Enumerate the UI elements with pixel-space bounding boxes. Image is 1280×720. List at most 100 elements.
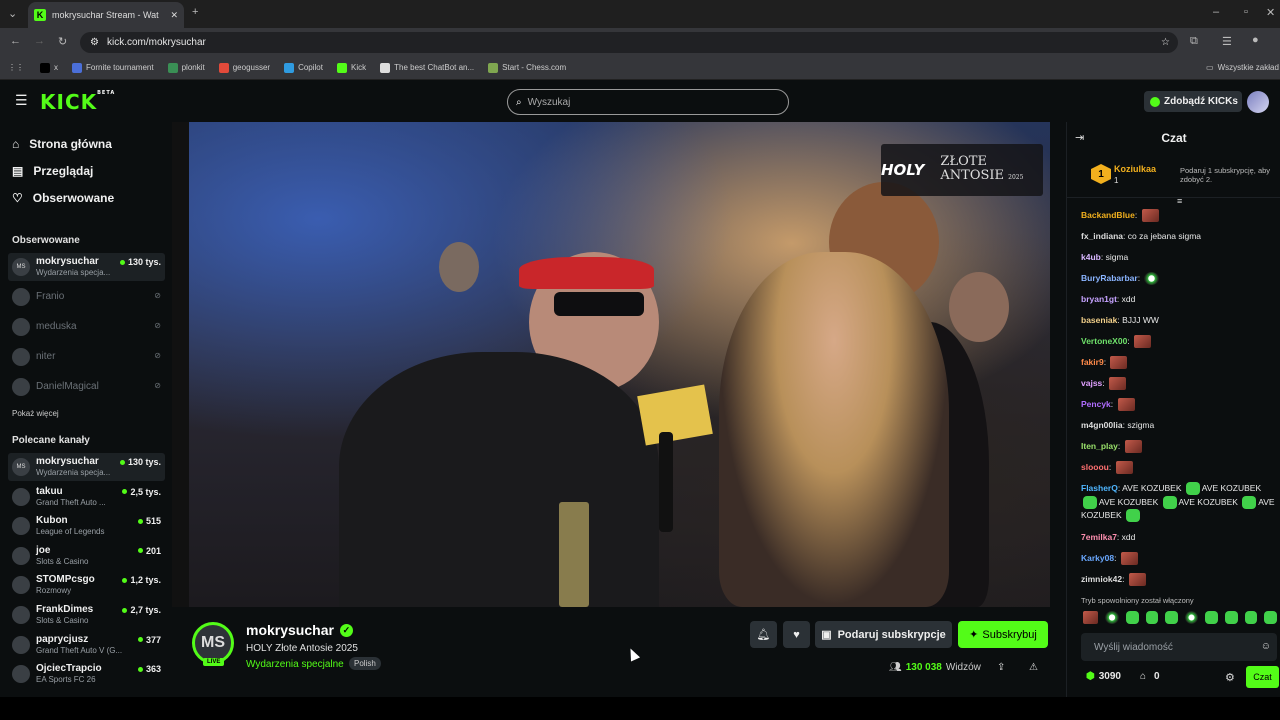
video-player[interactable]: HOLY ZŁOTE ANTOSIE 2025: [189, 122, 1050, 607]
search-input[interactable]: ⌕ Wyszukaj: [507, 89, 789, 115]
bookmark-star-icon[interactable]: ☆: [1161, 37, 1170, 48]
language-tag[interactable]: Polish: [349, 657, 381, 670]
bag-count[interactable]: ⌂ 0: [1140, 671, 1160, 682]
chat-username[interactable]: VertoneX00: [1081, 336, 1127, 346]
emote-bar[interactable]: [1081, 611, 1277, 627]
channel-name[interactable]: mokrysuchar ✓: [246, 622, 353, 638]
chat-username[interactable]: k4ub: [1081, 252, 1101, 262]
maximize-icon[interactable]: ▫: [1244, 6, 1248, 18]
other-bookmarks[interactable]: ▭ Wszystkie zakład: [1206, 63, 1279, 72]
reload-icon[interactable]: ↻: [58, 35, 67, 48]
chat-username[interactable]: bryan1gt: [1081, 294, 1117, 304]
profile-icon[interactable]: ●: [1252, 34, 1259, 46]
notifications-button[interactable]: 🔔︎: [750, 621, 777, 648]
emote-option-icon[interactable]: [1205, 611, 1219, 624]
emoji-icon[interactable]: ☺: [1261, 641, 1271, 652]
chat-username[interactable]: Pencyk: [1081, 399, 1111, 409]
leaderboard-user[interactable]: Koziulkaa: [1114, 164, 1156, 174]
forward-icon[interactable]: →: [34, 35, 45, 47]
url-bar[interactable]: ⚙ kick.com/mokrysuchar ☆: [80, 32, 1178, 53]
sidebar-channel[interactable]: FrankDimes Slots & Casino 2,7 tys.: [8, 601, 165, 629]
minimize-icon[interactable]: –: [1213, 6, 1219, 18]
close-tab-icon[interactable]: ✕: [170, 10, 178, 21]
bookmark-item[interactable]: Start - Chess.com: [488, 62, 566, 73]
chat-username[interactable]: baseniak: [1081, 315, 1117, 325]
apps-icon[interactable]: ⋮⋮: [8, 63, 24, 72]
chat-username[interactable]: fx_indiana: [1081, 231, 1123, 241]
kicks-balance[interactable]: ⬢ 3090: [1086, 671, 1121, 682]
gift-subscription-button[interactable]: ▣ Podaruj subskrypcje: [815, 621, 952, 648]
new-tab-icon[interactable]: +: [192, 6, 198, 18]
emote-option-icon[interactable]: [1083, 611, 1099, 624]
sidebar-channel[interactable]: niter ⊘: [8, 343, 165, 371]
nav-browse[interactable]: ▤ Przeglądaj: [12, 164, 93, 178]
channel-name: paprycjusz: [36, 633, 89, 645]
chat-username[interactable]: 7emilka7: [1081, 532, 1117, 542]
emote-option-icon[interactable]: [1105, 611, 1119, 624]
subscribe-button[interactable]: ✦ Subskrybuj: [958, 621, 1048, 648]
channel-name: DanielMagical: [36, 381, 99, 392]
emote-option-icon[interactable]: [1125, 611, 1139, 624]
chat-username[interactable]: Karky08: [1081, 553, 1114, 563]
chat-username[interactable]: BuryRabarbar: [1081, 273, 1138, 283]
close-window-icon[interactable]: ✕: [1266, 6, 1275, 19]
emote-option-icon[interactable]: [1244, 611, 1258, 624]
bookmark-item[interactable]: geogusser: [218, 62, 270, 73]
sidebar-channel[interactable]: joe Slots & Casino 201: [8, 542, 165, 570]
back-icon[interactable]: ←: [10, 35, 21, 47]
bookmark-item[interactable]: x: [40, 62, 58, 73]
browser-tab[interactable]: K mokrysuchar Stream - Wat ✕: [28, 2, 184, 28]
emote-option-icon[interactable]: [1145, 611, 1159, 624]
viewer-count: 👥︎ 130 038 Widzów: [889, 662, 981, 673]
stream-category[interactable]: Wydarzenia specjalne: [246, 659, 344, 670]
chat-send-button[interactable]: Czat: [1246, 666, 1279, 688]
bookmark-item[interactable]: Copilot: [284, 62, 323, 73]
site-info-icon[interactable]: ⚙: [90, 37, 99, 48]
nav-following[interactable]: ♡ Obserwowane: [12, 191, 114, 205]
reading-list-icon[interactable]: ☰: [1222, 35, 1232, 48]
sidebar-channel[interactable]: meduska ⊘: [8, 313, 165, 341]
sidebar-channel[interactable]: Franio ⊘: [8, 283, 165, 311]
emote-option-icon[interactable]: [1225, 611, 1238, 624]
sidebar-channel[interactable]: Kubon League of Legends 515: [8, 512, 165, 540]
bookmark-item[interactable]: The best ChatBot an...: [380, 62, 474, 73]
sidebar-channel[interactable]: MS mokrysuchar Wydarzenia specja... 130 tys…: [8, 453, 165, 481]
chat-username[interactable]: BackandBlue: [1081, 210, 1135, 220]
user-avatar[interactable]: [1247, 91, 1269, 113]
live-dot-icon: [137, 637, 143, 643]
bookmark-item[interactable]: plonkit: [167, 62, 205, 73]
filter-icon[interactable]: ≡: [1177, 196, 1182, 206]
bookmark-item[interactable]: Fornite tournament: [72, 62, 154, 73]
tab-search-icon[interactable]: ⌄: [8, 7, 17, 20]
chat-username[interactable]: vajss: [1081, 378, 1102, 388]
show-more-link[interactable]: Pokaż więcej: [12, 409, 59, 418]
chat-username[interactable]: slooou: [1081, 462, 1109, 472]
sidebar-channel[interactable]: OjciecTrapcio EA Sports FC 26 363: [8, 660, 165, 688]
report-icon[interactable]: ⚠: [1029, 662, 1038, 673]
chat-username[interactable]: fakir9: [1081, 357, 1104, 367]
sidebar-channel[interactable]: STOMPcsgo Rozmowy 1,2 tys.: [8, 571, 165, 599]
chat-username[interactable]: zimniok42: [1081, 574, 1122, 584]
chat-settings-icon[interactable]: ⚙: [1225, 671, 1235, 684]
chat-username[interactable]: Iten_play: [1081, 441, 1118, 451]
nav-home[interactable]: ⌂ Strona główna: [12, 137, 112, 151]
bookmark-item[interactable]: Kick: [336, 62, 366, 73]
kick-logo[interactable]: KICKBETA: [40, 90, 115, 114]
emote-option-icon[interactable]: [1165, 611, 1178, 624]
chat-username[interactable]: FlasherQ: [1081, 483, 1118, 493]
leaderboard-note: Podaruj 1 subskrypcję, aby zdobyć 2.: [1180, 166, 1271, 184]
sidebar-channel[interactable]: MS mokrysuchar Wydarzenia specja... 130 tys…: [8, 253, 165, 281]
sidebar-channel[interactable]: paprycjusz Grand Theft Auto V (G... 377: [8, 631, 165, 659]
extensions-icon[interactable]: ⧉: [1190, 35, 1198, 48]
live-dot-icon: [137, 548, 143, 554]
chat-message-input[interactable]: Wyślij wiadomość ☺: [1081, 633, 1277, 661]
follow-button[interactable]: ♥: [783, 621, 810, 648]
chat-username[interactable]: m4gn00lia: [1081, 420, 1123, 430]
share-icon[interactable]: ⇪: [997, 662, 1005, 673]
menu-icon[interactable]: ☰: [15, 92, 28, 109]
sidebar-channel[interactable]: DanielMagical ⊘: [8, 373, 165, 401]
emote-option-icon[interactable]: [1184, 611, 1199, 624]
emote-option-icon[interactable]: [1264, 611, 1277, 624]
get-kicks-button[interactable]: Zdobądź KICKs: [1144, 91, 1242, 112]
sidebar-channel[interactable]: takuu Grand Theft Auto ... 2,5 tys.: [8, 483, 165, 511]
